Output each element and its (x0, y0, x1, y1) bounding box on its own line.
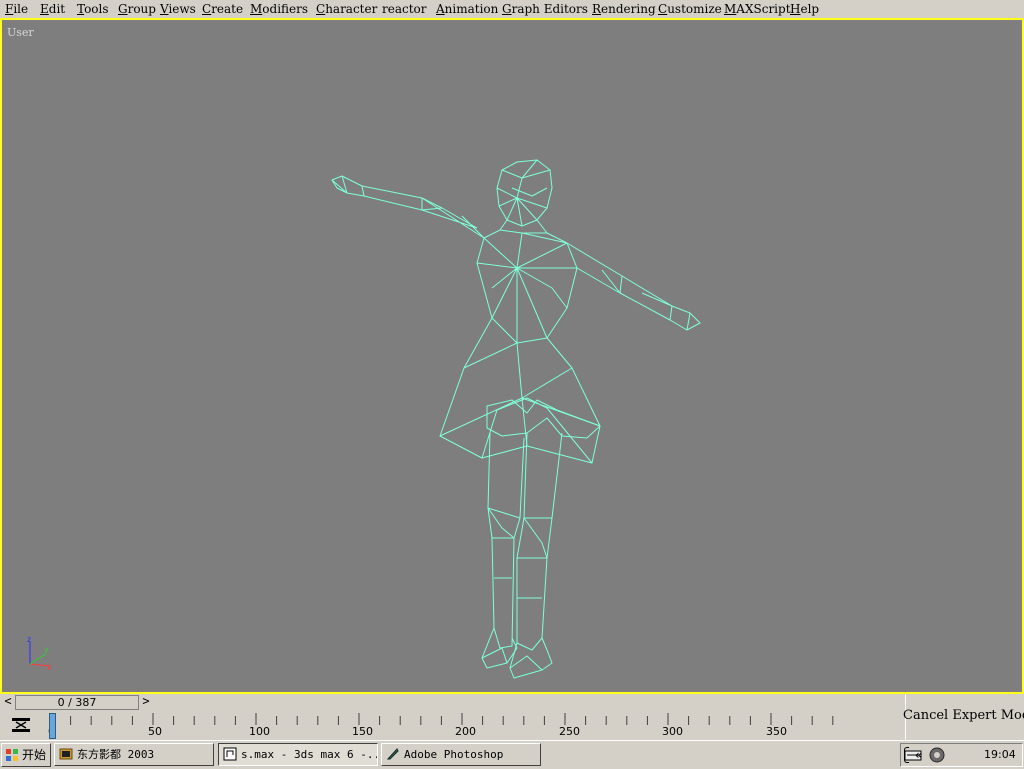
speaker-icon[interactable] (929, 747, 945, 763)
mini-curve-editor-icon[interactable] (10, 716, 32, 734)
menu-help[interactable]: Help (790, 1, 819, 17)
windows-logo-icon (6, 749, 18, 761)
taskbar-button-dongfang[interactable]: 东方影都 2003 (54, 743, 214, 766)
menu-tools[interactable]: Tools (77, 1, 109, 17)
task-label: s.max - 3ds max 6 -... (241, 748, 378, 761)
film-folder-icon (59, 748, 73, 760)
svg-text:y: y (44, 645, 49, 654)
svg-text:z: z (27, 636, 31, 644)
photoshop-feather-icon (386, 748, 399, 760)
tick-label: 300 (662, 725, 683, 738)
show-hidden-icons-button[interactable]: « (915, 744, 922, 766)
time-slider-thumb[interactable] (49, 713, 56, 739)
trackbar[interactable]: 0 50 100 150 200 250 300 350 (0, 711, 905, 740)
menu-rendering[interactable]: Rendering (592, 1, 656, 17)
menu-reactor[interactable]: reactor (382, 1, 427, 17)
menu-graph-editors[interactable]: Graph Editors (502, 1, 588, 17)
menu-animation[interactable]: Animation (436, 1, 498, 17)
taskbar-button-photoshop[interactable]: Adobe Photoshop (381, 743, 541, 766)
system-tray: « 19:04 (900, 743, 1023, 767)
menu-file[interactable]: File (5, 1, 28, 17)
clock[interactable]: 19:04 (984, 744, 1016, 766)
task-label: Adobe Photoshop (404, 748, 504, 761)
expert-mode-panel[interactable]: Cancel Expert Mode (903, 694, 1024, 740)
menu-edit[interactable]: Edit (40, 1, 65, 17)
tick-label: 150 (352, 725, 373, 738)
menu-customize[interactable]: Customize (658, 1, 722, 17)
prev-frame-button[interactable]: < (2, 694, 14, 708)
frame-counter[interactable]: 0 / 387 (15, 695, 139, 710)
cancel-expert-mode-button[interactable]: Cancel Expert Mode (903, 708, 1024, 723)
start-button[interactable]: 开始 (1, 743, 51, 767)
tick-label: 100 (249, 725, 270, 738)
tick-label: 50 (148, 725, 162, 738)
wireframe-character[interactable] (2, 20, 1022, 692)
menu-maxscript[interactable]: MAXScript (724, 1, 791, 17)
next-frame-button[interactable]: > (140, 694, 152, 708)
taskbar-button-3dsmax[interactable]: s.max - 3ds max 6 -... (218, 743, 378, 766)
menu-create[interactable]: Create (202, 1, 243, 17)
start-label: 开始 (22, 748, 47, 762)
svg-text:x: x (47, 663, 52, 672)
tray-bracket-icon (904, 747, 909, 763)
time-slider[interactable]: < 0 / 387 > (0, 694, 905, 710)
axis-gizmo-icon: z x y (27, 636, 52, 672)
menu-bar: File Edit Tools Group Views Create Modif… (0, 0, 1024, 18)
taskbar: 开始 东方影都 2003 s.max - 3ds max 6 -... Adob… (0, 740, 1024, 769)
menu-character[interactable]: Character (316, 1, 377, 17)
menu-group[interactable]: Group (118, 1, 156, 17)
menu-modifiers[interactable]: Modifiers (250, 1, 308, 17)
tick-label: 350 (766, 725, 787, 738)
trackbar-ticks (49, 713, 834, 725)
menu-views[interactable]: Views (160, 1, 196, 17)
tick-label: 250 (559, 725, 580, 738)
task-label: 东方影都 2003 (77, 748, 155, 761)
3dsmax-icon (223, 747, 237, 761)
user-viewport[interactable]: User z x y (0, 18, 1024, 694)
tick-label: 200 (455, 725, 476, 738)
